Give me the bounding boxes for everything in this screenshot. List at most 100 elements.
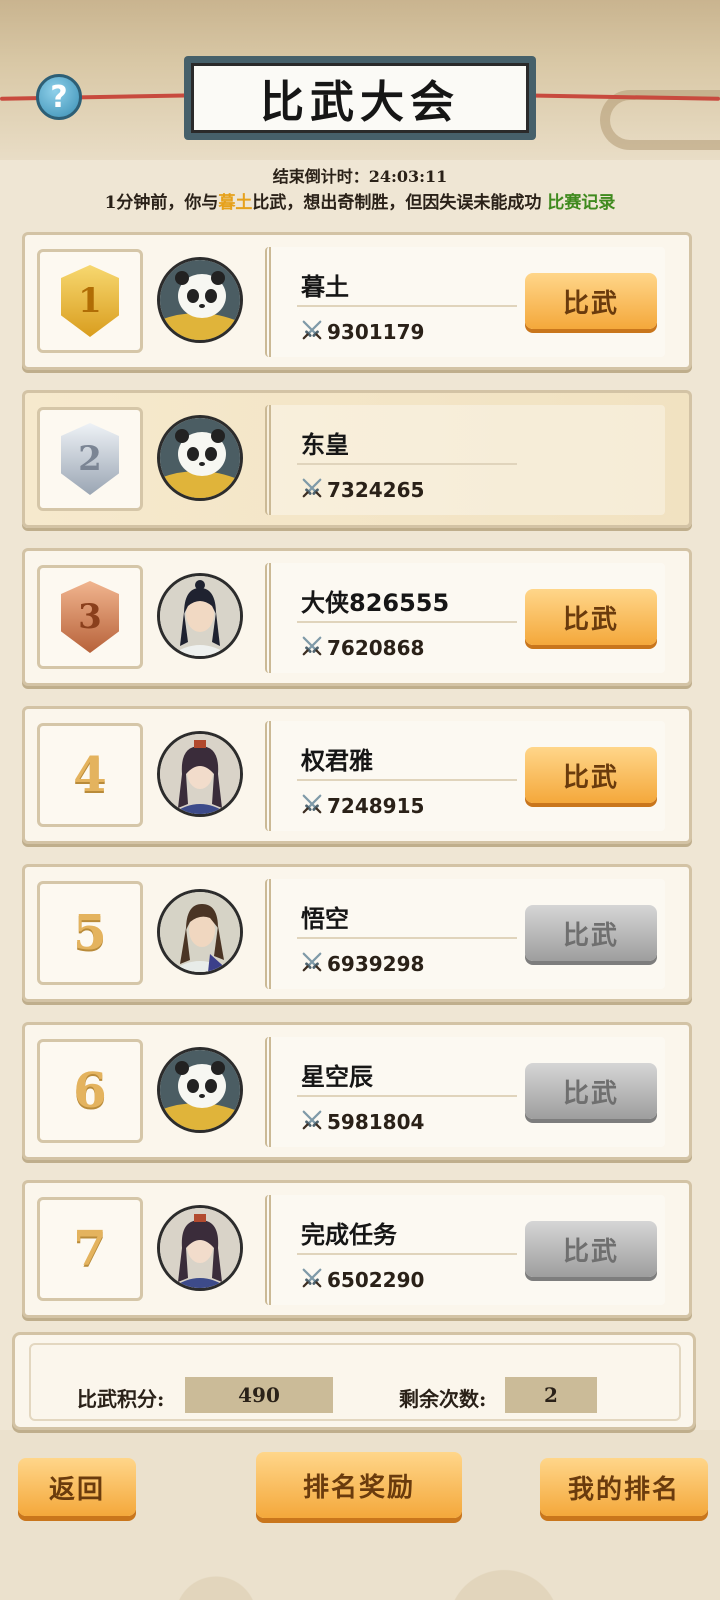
crossed-swords-icon [301, 1267, 323, 1293]
player-name: 星空辰 [301, 1063, 373, 1091]
rank-badge: 5 [37, 881, 143, 985]
challenge-button[interactable]: 比武 [525, 589, 657, 645]
rank-number: 2 [78, 439, 102, 479]
score-label: 比武积分: [77, 1387, 165, 1411]
combat-power: 7248915 [301, 793, 424, 819]
crossed-swords-icon [301, 793, 323, 819]
rank-number: 4 [73, 747, 107, 803]
player-name: 完成任务 [301, 1221, 397, 1249]
divider [297, 621, 517, 623]
crossed-swords-icon [301, 1109, 323, 1135]
player-avatar[interactable] [157, 1205, 243, 1291]
countdown-label: 结束倒计时： [272, 167, 369, 186]
player-row: 1 暮土 9301179 比武 [22, 232, 692, 370]
rank-number: 6 [73, 1063, 107, 1119]
countdown: 结束倒计时：24:03:11 [0, 163, 720, 187]
player-avatar[interactable] [157, 889, 243, 975]
divider [297, 779, 517, 781]
rank-badge: 7 [37, 1197, 143, 1301]
score-value: 490 [185, 1377, 333, 1413]
combat-power: 6502290 [301, 1267, 424, 1293]
player-row: 5 悟空 6939298 比武 [22, 864, 692, 1002]
notice-prefix: 1分钟前，你与 [104, 193, 219, 213]
notice-opponent: 暮土 [218, 193, 253, 213]
rank-number: 1 [78, 281, 102, 321]
combat-power: 6939298 [301, 951, 424, 977]
player-name: 东皇 [301, 431, 349, 459]
challenge-button[interactable]: 比武 [525, 747, 657, 803]
crossed-swords-icon [301, 319, 323, 345]
rank-badge: 1 [37, 249, 143, 353]
player-avatar[interactable] [157, 573, 243, 659]
rank-reward-button[interactable]: 排名奖励 [256, 1452, 462, 1518]
stats-inner: 比武积分: 490 剩余次数: 2 [29, 1343, 681, 1421]
match-record-link[interactable]: 比赛记录 [547, 193, 615, 213]
divider [297, 463, 517, 465]
rank-badge: 6 [37, 1039, 143, 1143]
page-title: 比武大会 [191, 63, 529, 133]
divider [297, 1253, 517, 1255]
combat-power-value: 7324265 [327, 478, 425, 502]
rank-badge: 4 [37, 723, 143, 827]
challenge-button[interactable]: 比武 [525, 273, 657, 329]
remaining-value: 2 [505, 1377, 597, 1413]
player-info: 大侠826555 7620868 比武 [265, 563, 665, 673]
crossed-swords-icon [301, 951, 323, 977]
player-name: 大侠826555 [301, 589, 450, 617]
my-rank-button[interactable]: 我的排名 [540, 1458, 708, 1516]
crossed-swords-icon [301, 477, 323, 503]
countdown-value: 24:03:11 [368, 167, 448, 186]
rank-badge: 3 [37, 565, 143, 669]
player-info: 星空辰 5981804 比武 [265, 1037, 665, 1147]
notice-suffix: 比武，想出奇制胜，但因失误未能成功 [252, 193, 542, 213]
combat-power-value: 5981804 [327, 1110, 425, 1134]
player-name: 暮土 [301, 273, 349, 301]
player-row: 7 完成任务 6502290 比武 [22, 1180, 692, 1318]
silver-medal-icon: 2 [61, 423, 119, 495]
challenge-button: 比武 [525, 1221, 657, 1277]
challenge-button: 比武 [525, 1063, 657, 1119]
remaining-label: 剩余次数: [399, 1387, 487, 1411]
player-row: 6 星空辰 5981804 比武 [22, 1022, 692, 1160]
player-name: 权君雅 [301, 747, 373, 775]
player-row: 3 大侠826555 7620868 比武 [22, 548, 692, 686]
combat-power: 9301179 [301, 319, 424, 345]
back-button[interactable]: 返回 [18, 1458, 136, 1516]
player-avatar[interactable] [157, 731, 243, 817]
player-avatar[interactable] [157, 415, 243, 501]
combat-power: 7324265 [301, 477, 424, 503]
battle-notice: 1分钟前，你与暮土比武，想出奇制胜，但因失误未能成功 比赛记录 [0, 188, 720, 213]
rank-number: 7 [73, 1221, 107, 1277]
challenge-button: 比武 [525, 905, 657, 961]
combat-power-value: 7248915 [327, 794, 425, 818]
player-avatar[interactable] [157, 1047, 243, 1133]
divider [297, 937, 517, 939]
question-icon: ? [50, 79, 68, 115]
crossed-swords-icon [301, 635, 323, 661]
divider [297, 1095, 517, 1097]
bronze-medal-icon: 3 [61, 581, 119, 653]
combat-power-value: 6502290 [327, 1268, 425, 1292]
combat-power: 7620868 [301, 635, 424, 661]
combat-power-value: 6939298 [327, 952, 425, 976]
player-avatar[interactable] [157, 257, 243, 343]
player-info: 东皇 7324265 [265, 405, 665, 515]
rank-badge: 2 [37, 407, 143, 511]
combat-power-value: 9301179 [327, 320, 425, 344]
combat-power-value: 7620868 [327, 636, 425, 660]
combat-power: 5981804 [301, 1109, 424, 1135]
gold-medal-icon: 1 [61, 265, 119, 337]
help-button[interactable]: ? [36, 74, 82, 120]
rank-number: 5 [73, 905, 107, 961]
player-row: 2 东皇 7324265 [22, 390, 692, 528]
stats-panel: 比武积分: 490 剩余次数: 2 [12, 1332, 696, 1430]
divider [297, 305, 517, 307]
title-plaque: 比武大会 [184, 56, 536, 140]
rank-number: 3 [78, 597, 102, 637]
player-row: 4 权君雅 7248915 比武 [22, 706, 692, 844]
player-info: 完成任务 6502290 比武 [265, 1195, 665, 1305]
player-info: 权君雅 7248915 比武 [265, 721, 665, 831]
player-info: 悟空 6939298 比武 [265, 879, 665, 989]
player-name: 悟空 [301, 905, 349, 933]
player-info: 暮土 9301179 比武 [265, 247, 665, 357]
